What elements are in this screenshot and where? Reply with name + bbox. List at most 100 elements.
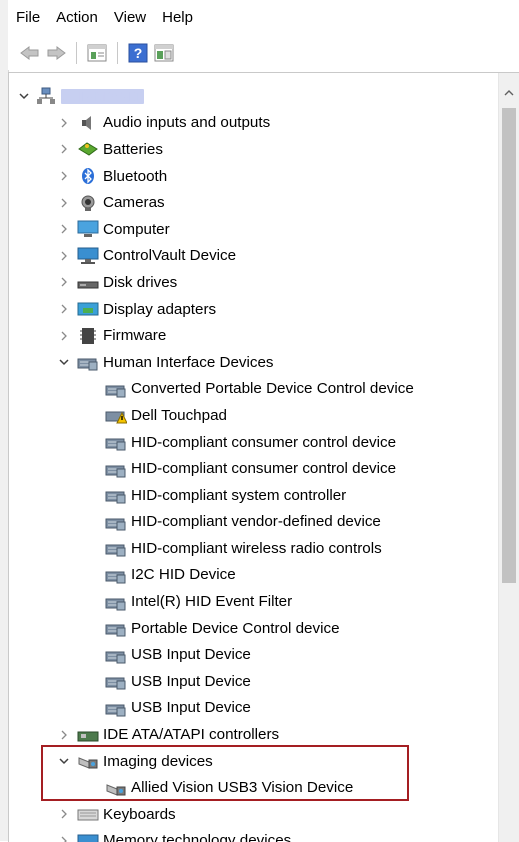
chevron-down-icon[interactable]	[17, 89, 31, 103]
tree-item-label: Dell Touchpad	[131, 406, 227, 424]
menu-file[interactable]: File	[8, 0, 48, 36]
tree-device[interactable]: HID-compliant vendor-defined device	[9, 509, 499, 536]
hid-icon	[105, 485, 127, 505]
chevron-right-icon[interactable]	[57, 302, 71, 316]
tree-item-label: Intel(R) HID Event Filter	[131, 593, 293, 611]
chevron-right-icon[interactable]	[57, 807, 71, 821]
chevron-right-icon[interactable]	[57, 116, 71, 130]
tree-item-label: USB Input Device	[131, 699, 251, 717]
highlight-annotation-box	[41, 745, 409, 801]
tree-device[interactable]: Intel(R) HID Event Filter	[9, 588, 499, 615]
tree-category[interactable]: Bluetooth	[9, 163, 499, 190]
hid-icon	[105, 379, 127, 399]
tree-item-label: I2C HID Device	[131, 566, 236, 584]
hid-icon	[105, 432, 127, 452]
disk-drive-icon	[77, 272, 99, 292]
tree-category[interactable]: Keyboards	[9, 801, 499, 828]
speaker-icon	[77, 113, 99, 133]
device-tree-pane: AHR-MSC-LT Audio inputs and outputs Batte…	[8, 72, 519, 842]
memory-device-icon	[77, 831, 99, 842]
properties-icon[interactable]	[85, 41, 109, 65]
tree-item-label: Cameras	[103, 194, 165, 212]
tree-device[interactable]: USB Input Device	[9, 668, 499, 695]
tree-item-label: USB Input Device	[131, 646, 251, 664]
tree-item-label: Converted Portable Device Control device	[131, 380, 414, 398]
tree-item-label: HID-compliant wireless radio controls	[131, 539, 382, 557]
chevron-right-icon[interactable]	[57, 142, 71, 156]
tree-device[interactable]: HID-compliant wireless radio controls	[9, 535, 499, 562]
tree-device[interactable]: HID-compliant consumer control device	[9, 455, 499, 482]
tree-item-label: Firmware	[103, 327, 167, 345]
tree-device[interactable]: Dell Touchpad	[9, 402, 499, 429]
hid-icon	[105, 565, 127, 585]
tree-item-label: Computer	[103, 220, 170, 238]
chevron-right-icon[interactable]	[57, 169, 71, 183]
menu-help[interactable]: Help	[154, 0, 201, 36]
hid-icon	[105, 618, 127, 638]
tree-device[interactable]: I2C HID Device	[9, 562, 499, 589]
menu-view[interactable]: View	[106, 0, 154, 36]
forward-icon[interactable]	[44, 41, 68, 65]
hid-icon	[105, 592, 127, 612]
chevron-right-icon[interactable]	[57, 249, 71, 263]
bluetooth-icon	[77, 166, 99, 186]
tree-item-label: HID-compliant system controller	[131, 486, 347, 504]
tree-device[interactable]: Portable Device Control device	[9, 615, 499, 642]
chevron-right-icon[interactable]	[57, 222, 71, 236]
hid-icon	[105, 459, 127, 479]
back-icon[interactable]	[18, 41, 42, 65]
tree-item-label: Audio inputs and outputs	[103, 114, 271, 132]
tree-category[interactable]: Display adapters	[9, 296, 499, 323]
help-icon[interactable]: ?	[126, 41, 150, 65]
computer-root-icon	[35, 86, 57, 106]
computer-icon	[77, 219, 99, 239]
chevron-right-icon[interactable]	[57, 329, 71, 343]
chevron-right-icon[interactable]	[57, 196, 71, 210]
controlvault-icon	[77, 246, 99, 266]
svg-text:?: ?	[134, 45, 143, 61]
hid-icon	[105, 538, 127, 558]
tree-device[interactable]: USB Input Device	[9, 695, 499, 722]
hid-icon	[77, 352, 99, 372]
toolbar-separator	[117, 42, 118, 64]
tree-category[interactable]: Disk drives	[9, 269, 499, 296]
menu-action[interactable]: Action	[48, 0, 106, 36]
ide-controller-icon	[77, 725, 99, 745]
tree-category[interactable]: Batteries	[9, 136, 499, 163]
computer-name-label: AHR-MSC-LT	[61, 88, 145, 104]
tree-root[interactable]: AHR-MSC-LT	[9, 83, 499, 110]
tree-category[interactable]: Cameras	[9, 189, 499, 216]
tree-device[interactable]: Converted Portable Device Control device	[9, 376, 499, 403]
tree-item-label: Disk drives	[103, 273, 178, 291]
scroll-up-icon[interactable]	[499, 85, 519, 101]
tree-item-label: USB Input Device	[131, 672, 251, 690]
chevron-right-icon[interactable]	[57, 275, 71, 289]
battery-icon	[77, 139, 99, 159]
tree-device[interactable]: HID-compliant consumer control device	[9, 429, 499, 456]
tree-category[interactable]: IDE ATA/ATAPI controllers	[9, 721, 499, 748]
scrollbar-thumb[interactable]	[502, 108, 516, 583]
tree-category[interactable]: ControlVault Device	[9, 243, 499, 270]
camera-icon	[77, 193, 99, 213]
tree-item-label: Keyboards	[103, 805, 176, 823]
tree-item-label: HID-compliant consumer control device	[131, 433, 397, 451]
chevron-right-icon[interactable]	[57, 728, 71, 742]
hid-icon	[105, 671, 127, 691]
tree-category[interactable]: Memory technology devices	[9, 828, 499, 842]
tree-device[interactable]: USB Input Device	[9, 641, 499, 668]
toolbar-separator	[76, 42, 77, 64]
tree-category[interactable]: Firmware	[9, 322, 499, 349]
menu-bar: File Action View Help	[8, 0, 519, 36]
display-adapter-icon	[77, 299, 99, 319]
tree-category[interactable]: Audio inputs and outputs	[9, 110, 499, 137]
tree-item-label: Portable Device Control device	[131, 619, 340, 637]
tree-category[interactable]: Computer	[9, 216, 499, 243]
tree-device[interactable]: HID-compliant system controller	[9, 482, 499, 509]
chevron-down-icon[interactable]	[57, 355, 71, 369]
hid-icon	[105, 512, 127, 532]
tree-item-label: Batteries	[103, 140, 163, 158]
hid-warning-icon	[105, 405, 127, 425]
tree-category[interactable]: Human Interface Devices	[9, 349, 499, 376]
show-hide-icon[interactable]	[152, 41, 176, 65]
vertical-scrollbar[interactable]	[498, 73, 519, 842]
